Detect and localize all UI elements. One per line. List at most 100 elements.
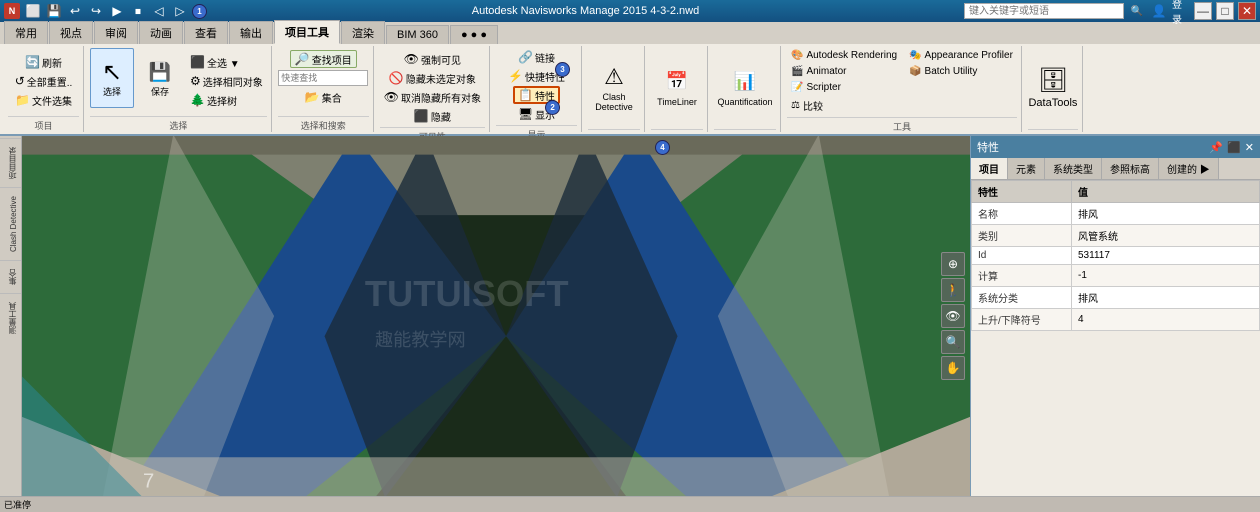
tab-common[interactable]: 常用 xyxy=(4,21,48,44)
ribbon-tabs: 常用 视点 审阅 动画 查看 输出 项目工具 渲染 BIM 360 ● ● ● xyxy=(0,22,1260,44)
login-btn[interactable]: 登录 xyxy=(1172,2,1190,20)
tab-review[interactable]: 审阅 xyxy=(94,21,138,44)
qa-undo[interactable]: ↩ xyxy=(66,2,84,20)
refresh-btn[interactable]: 🔄刷新 xyxy=(21,53,66,71)
panel-tabs: 项目 元素 系统类型 参照标高 创建的 ▶ xyxy=(971,158,1260,180)
file-set-btn[interactable]: 📁文件选集 xyxy=(11,91,76,109)
col-value: 值 xyxy=(1072,181,1260,203)
panel-pin-icon[interactable]: 📌 xyxy=(1209,141,1223,154)
reset-all-btn[interactable]: ↺全部重置.. xyxy=(11,72,77,90)
section-quantification: 📊 Quantification xyxy=(710,46,781,132)
qa-fwd[interactable]: ▷ xyxy=(171,2,189,20)
animator-label: Animator xyxy=(806,66,846,77)
hide-btn[interactable]: ⬛隐藏 xyxy=(410,107,455,125)
section-clash-label xyxy=(588,129,640,132)
datatools-btn[interactable]: 🗄 DataTools xyxy=(1028,56,1078,120)
select-same-btn[interactable]: ⚙选择相同对象 xyxy=(186,72,267,90)
compare-btn[interactable]: ⚖ 比较 xyxy=(787,96,901,115)
select-icon: ↖ xyxy=(98,58,126,86)
view-orbit-btn[interactable]: ⊕ xyxy=(941,252,965,276)
tab-project-tools[interactable]: 项目工具 xyxy=(274,20,340,44)
table-row: 类别 风管系统 xyxy=(972,225,1260,247)
timeliner-label: TimeLiner xyxy=(657,98,697,108)
prop-name-value: 排风 xyxy=(1072,203,1260,225)
panel-content: 特性 值 名称 排风 类别 风管系统 Id 531117 xyxy=(971,180,1260,496)
prop-symbol-value: 4 xyxy=(1072,309,1260,331)
maximize-button[interactable]: □ xyxy=(1216,2,1234,20)
qa-back[interactable]: ◁ xyxy=(150,2,168,20)
rendering-label: Autodesk Rendering xyxy=(806,50,897,61)
animator-btn[interactable]: 🎬 Animator xyxy=(787,64,901,79)
search-input[interactable] xyxy=(964,3,1124,19)
qa-redo[interactable]: ↪ xyxy=(87,2,105,20)
clash-detective-btn[interactable]: ⚠ ClashDetective xyxy=(588,57,640,119)
minimize-button[interactable]: — xyxy=(1194,2,1212,20)
appearance-profiler-btn[interactable]: 🎭 Appearance Profiler xyxy=(905,48,1017,63)
tools-col1: 🎨 Autodesk Rendering 🎬 Animator 📝 Script… xyxy=(787,48,901,115)
panel-tab-system-type[interactable]: 系统类型 xyxy=(1045,158,1102,179)
col-property: 特性 xyxy=(972,181,1072,203)
section-search-label: 选择和搜索 xyxy=(278,116,369,132)
panel-float-icon[interactable]: ⬛ xyxy=(1227,141,1241,154)
panel-tab-created[interactable]: 创建的 ▶ xyxy=(1159,158,1219,179)
sidebar-tab-measure[interactable]: 测量工具 xyxy=(0,293,21,342)
select-tree-btn[interactable]: 🌲选择树 xyxy=(186,91,267,109)
autodesk-rendering-btn[interactable]: 🎨 Autodesk Rendering xyxy=(787,48,901,63)
quick-prop-btn[interactable]: ⚡快捷特性 3 xyxy=(504,67,569,85)
collection-btn[interactable]: 📂集合 xyxy=(301,88,346,106)
tab-output[interactable]: 输出 xyxy=(229,21,273,44)
sidebar-tab-clash[interactable]: Clash Detective xyxy=(0,187,21,260)
select-all-btn[interactable]: ⬛全选 ▼ xyxy=(186,53,267,71)
tab-render[interactable]: 渲染 xyxy=(341,21,385,44)
appearance-profiler-label: Appearance Profiler xyxy=(925,50,1013,61)
table-row: 名称 排风 xyxy=(972,203,1260,225)
save-large-btn[interactable]: 💾 保存 xyxy=(138,48,182,108)
view-controls: ⊕ 🚶 👁 🔍 ✋ xyxy=(941,252,965,380)
timeliner-btn[interactable]: 📅 TimeLiner xyxy=(651,57,703,119)
select-label: 选择 xyxy=(103,88,121,98)
qa-stop[interactable]: ⏹ xyxy=(129,2,147,20)
prop-syscat-label: 系统分类 xyxy=(972,287,1072,309)
tab-view[interactable]: 查看 xyxy=(184,21,228,44)
tab-bim360[interactable]: BIM 360 xyxy=(386,25,449,44)
quick-find-input[interactable] xyxy=(278,70,368,86)
batch-utility-btn[interactable]: 📦 Batch Utility xyxy=(905,64,1017,79)
section-tools-label: 工具 xyxy=(787,117,1017,133)
qa-save[interactable]: 💾 xyxy=(45,2,63,20)
display-btn[interactable]: 🖥显示 2 xyxy=(514,105,559,123)
properties-table: 特性 值 名称 排风 类别 风管系统 Id 531117 xyxy=(971,180,1260,331)
find-item-btn[interactable]: 🔎查找项目 xyxy=(290,50,357,68)
tab-more[interactable]: ● ● ● xyxy=(450,25,498,44)
viewport[interactable]: TUTUISOFT 趣能教学网 7 ⊕ 🚶 👁 🔍 ✋ 4 xyxy=(22,136,970,496)
qa-play[interactable]: ▶ xyxy=(108,2,126,20)
select-large-btn[interactable]: ↖ 选择 xyxy=(90,48,134,108)
panel-tab-item[interactable]: 项目 xyxy=(971,158,1008,179)
animator-icon: 🎬 xyxy=(791,66,803,77)
panel-close-icon[interactable]: ✕ xyxy=(1245,141,1254,154)
view-zoom-btn[interactable]: 🔍 xyxy=(941,330,965,354)
view-look-btn[interactable]: 👁 xyxy=(941,304,965,328)
view-walk-btn[interactable]: 🚶 xyxy=(941,278,965,302)
panel-tab-ref-level[interactable]: 参照标高 xyxy=(1102,158,1159,179)
batch-icon: 📦 xyxy=(909,66,921,77)
search-icon[interactable]: 🔍 xyxy=(1128,2,1146,20)
sidebar-tab-collection[interactable]: 集合 xyxy=(0,260,21,293)
unhide-all-btn[interactable]: 👁取消隐藏所有对象 xyxy=(380,88,485,106)
quantification-btn[interactable]: 📊 Quantification xyxy=(714,57,776,119)
qa-new[interactable]: ⬜ xyxy=(24,2,42,20)
tab-viewpoint[interactable]: 视点 xyxy=(49,21,93,44)
sidebar-tab-project[interactable]: 项目目录 xyxy=(0,138,21,187)
table-row: 计算 -1 xyxy=(972,265,1260,287)
section-clash: ⚠ ClashDetective xyxy=(584,46,645,132)
user-icon[interactable]: 👤 xyxy=(1150,2,1168,20)
close-button[interactable]: ✕ xyxy=(1238,2,1256,20)
properties-panel: 特性 📌 ⬛ ✕ 项目 元素 系统类型 参照标高 创建的 ▶ 特性 值 xyxy=(970,136,1260,496)
view-pan-btn[interactable]: ✋ xyxy=(941,356,965,380)
force-visible-btn[interactable]: 👁强制可见 xyxy=(400,50,465,68)
hide-unselected-btn[interactable]: 🚫隐藏未选定对象 xyxy=(385,69,480,87)
tab-animation[interactable]: 动画 xyxy=(139,21,183,44)
link-btn[interactable]: 🔗链接 xyxy=(514,48,559,66)
panel-tab-element[interactable]: 元素 xyxy=(1008,158,1045,179)
section-quantification-label xyxy=(714,129,776,132)
scripter-btn[interactable]: 📝 Scripter xyxy=(787,80,901,95)
